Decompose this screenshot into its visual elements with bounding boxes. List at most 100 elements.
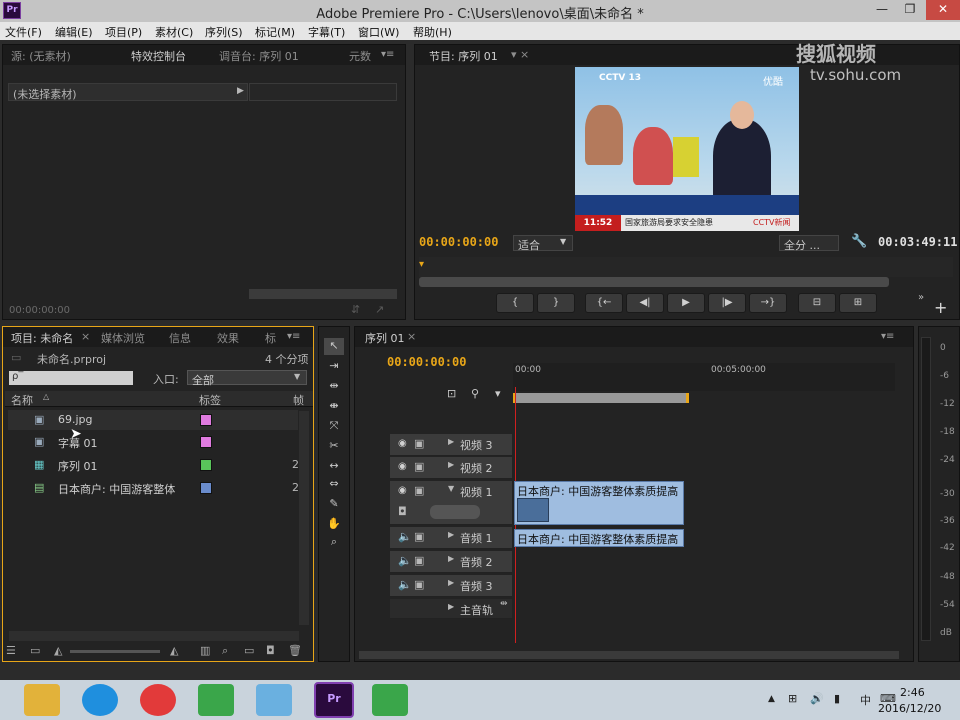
list-item[interactable]: ▦ 序列 01 2 bbox=[8, 455, 299, 475]
column-label[interactable]: 标签 bbox=[199, 392, 221, 408]
clock-date[interactable]: 2016/12/20 bbox=[878, 702, 941, 715]
quality-dropdown[interactable]: 全分 ... bbox=[779, 235, 839, 252]
program-timecode[interactable]: 00:00:00:00 bbox=[419, 235, 498, 249]
marker-icon[interactable]: ⚲ bbox=[471, 387, 479, 400]
export-icon[interactable]: ⇵ bbox=[351, 303, 360, 316]
track-select-tool-icon[interactable]: ⇥ bbox=[324, 358, 344, 375]
new-bin-icon[interactable]: ▭ bbox=[244, 644, 254, 657]
track-header-video2[interactable]: ◉ ▣ ▶ 视频 2 bbox=[390, 457, 512, 479]
eye-icon[interactable]: ◉ bbox=[398, 485, 407, 496]
tab-dropdown-icon[interactable]: ▾ × bbox=[511, 48, 529, 61]
menu-sequence[interactable]: 序列(S) bbox=[205, 24, 243, 40]
slip-tool-icon[interactable]: ↔ bbox=[324, 458, 344, 475]
skype-icon[interactable] bbox=[82, 684, 118, 716]
hand-tool-icon[interactable]: ✋ bbox=[324, 516, 344, 533]
work-area-bar[interactable] bbox=[513, 393, 689, 403]
sort-up-icon[interactable]: △ bbox=[43, 392, 49, 401]
track-header-master[interactable]: ▶ 主音轨 ⇹ bbox=[390, 599, 512, 619]
slide-tool-icon[interactable]: ⇔ bbox=[324, 476, 344, 493]
sync-lock-icon[interactable]: ▣ bbox=[414, 460, 424, 473]
panel-menu-icon[interactable]: ▾≡ bbox=[881, 331, 894, 342]
play-arrow-icon[interactable]: ▶ bbox=[237, 86, 244, 96]
collapse-arrow-icon[interactable]: ▼ bbox=[448, 484, 454, 493]
speaker-icon[interactable]: 🔈 bbox=[398, 578, 412, 591]
pen-tool-icon[interactable]: ✎ bbox=[324, 496, 344, 513]
playhead-marker-icon[interactable]: ▾ bbox=[419, 259, 424, 270]
rolling-edit-tool-icon[interactable]: ⇼ bbox=[324, 398, 344, 415]
find-icon[interactable]: ⌕ bbox=[222, 644, 228, 658]
ripple-edit-tool-icon[interactable]: ⇹ bbox=[324, 378, 344, 395]
column-frame[interactable]: 帧 bbox=[293, 392, 304, 408]
track-header-audio3[interactable]: 🔈 ▣ ▶ 音频 3 bbox=[390, 575, 512, 597]
tab-effects[interactable]: 效果 bbox=[217, 330, 239, 346]
label-swatch[interactable] bbox=[200, 414, 212, 426]
label-swatch[interactable] bbox=[200, 459, 212, 471]
icon-view-icon[interactable]: ▭ bbox=[30, 644, 40, 657]
speaker-icon[interactable]: 🔈 bbox=[398, 554, 412, 567]
menu-window[interactable]: 窗口(W) bbox=[358, 24, 399, 40]
tab-project[interactable]: 项目: 未命名 bbox=[11, 330, 73, 346]
clock-time[interactable]: 2:46 bbox=[900, 686, 925, 699]
volume-icon[interactable]: 🔊 bbox=[810, 692, 824, 705]
list-item[interactable]: ▣ 69.jpg bbox=[8, 410, 298, 430]
sync-lock-icon[interactable]: ▣ bbox=[414, 554, 424, 567]
tab-markers[interactable]: 标 bbox=[265, 330, 276, 346]
in-dropdown[interactable]: 全部 ▼ bbox=[187, 370, 307, 387]
project-scrollbar[interactable] bbox=[299, 411, 309, 625]
track-header-audio2[interactable]: 🔈 ▣ ▶ 音频 2 bbox=[390, 551, 512, 573]
tab-info[interactable]: 信息 bbox=[169, 330, 191, 346]
keyframe-nav[interactable] bbox=[430, 505, 480, 519]
trash-icon[interactable]: 🗑 bbox=[288, 644, 302, 657]
timeline-h-scrollbar[interactable] bbox=[359, 651, 899, 659]
search-input[interactable]: ρ‾ bbox=[9, 371, 133, 385]
track-header-audio1[interactable]: 🔈 ▣ ▶ 音频 1 bbox=[390, 527, 512, 549]
menu-clip[interactable]: 素材(C) bbox=[155, 24, 193, 40]
zoom-tool-icon[interactable]: ⌕ bbox=[324, 534, 344, 551]
sync-lock-icon[interactable]: ▣ bbox=[414, 484, 424, 497]
sync-lock-icon[interactable]: ▣ bbox=[414, 578, 424, 591]
network-icon[interactable]: ⊞ bbox=[788, 692, 797, 705]
timeline-ruler[interactable]: 00:00 00:05:00:00 bbox=[513, 363, 895, 391]
menu-marker[interactable]: 标记(M) bbox=[255, 24, 295, 40]
master-resize-icon[interactable]: ⇹ bbox=[500, 599, 508, 609]
wrench-icon[interactable]: 🔧 bbox=[851, 234, 867, 249]
razor-tool-icon[interactable]: ✂ bbox=[324, 438, 344, 455]
camtasia-icon[interactable] bbox=[198, 684, 234, 716]
eye-icon[interactable]: ◉ bbox=[398, 461, 407, 472]
rate-stretch-tool-icon[interactable]: ⤧ bbox=[324, 418, 344, 435]
expand-arrow-icon[interactable]: ▶ bbox=[448, 437, 454, 446]
zoom-in-icon[interactable]: ◭ bbox=[170, 644, 178, 657]
camtasia-recorder-icon[interactable] bbox=[372, 684, 408, 716]
speaker-icon[interactable]: 🔈 bbox=[398, 530, 412, 543]
notepad-icon[interactable] bbox=[256, 684, 292, 716]
tab-media-browser[interactable]: 媒体浏览 bbox=[101, 330, 145, 346]
minimize-button[interactable]: — bbox=[868, 0, 896, 20]
menu-title[interactable]: 字幕(T) bbox=[308, 24, 345, 40]
tab-close-icon[interactable]: × bbox=[407, 330, 416, 343]
restore-button[interactable]: ❐ bbox=[896, 0, 924, 20]
step-back-button[interactable]: ◀| bbox=[626, 293, 664, 313]
fit-dropdown[interactable]: 适合 ▼ bbox=[513, 235, 573, 252]
tab-close-icon[interactable]: × bbox=[81, 330, 90, 343]
menu-project[interactable]: 项目(P) bbox=[105, 24, 142, 40]
label-swatch[interactable] bbox=[200, 436, 212, 448]
more-controls-icon[interactable]: » bbox=[918, 292, 924, 303]
expand-arrow-icon[interactable]: ▶ bbox=[448, 530, 454, 539]
lift-button[interactable]: ⊟ bbox=[798, 293, 836, 313]
new-item-icon[interactable]: ◘ bbox=[266, 644, 275, 657]
go-to-in-button[interactable]: {← bbox=[585, 293, 623, 313]
audio-clip[interactable]: 日本商户: 中国游客整体素质提高 bbox=[514, 529, 684, 547]
media-player-icon[interactable] bbox=[140, 684, 176, 716]
add-marker-icon[interactable]: ▾ bbox=[495, 387, 501, 400]
menu-file[interactable]: 文件(F) bbox=[5, 24, 42, 40]
track-header-video3[interactable]: ◉ ▣ ▶ 视频 3 bbox=[390, 434, 512, 456]
expand-arrow-icon[interactable]: ▶ bbox=[448, 602, 454, 611]
go-to-out-button[interactable]: →} bbox=[749, 293, 787, 313]
menu-help[interactable]: 帮助(H) bbox=[413, 24, 452, 40]
column-name[interactable]: 名称 bbox=[11, 392, 33, 408]
premiere-icon[interactable]: Pr bbox=[314, 682, 354, 718]
play-button[interactable]: ▶ bbox=[667, 293, 705, 313]
expand-arrow-icon[interactable]: ▶ bbox=[448, 578, 454, 587]
tab-audio-mixer[interactable]: 调音台: 序列 01 bbox=[219, 48, 299, 64]
zoom-out-icon[interactable]: ◭ bbox=[54, 644, 62, 657]
